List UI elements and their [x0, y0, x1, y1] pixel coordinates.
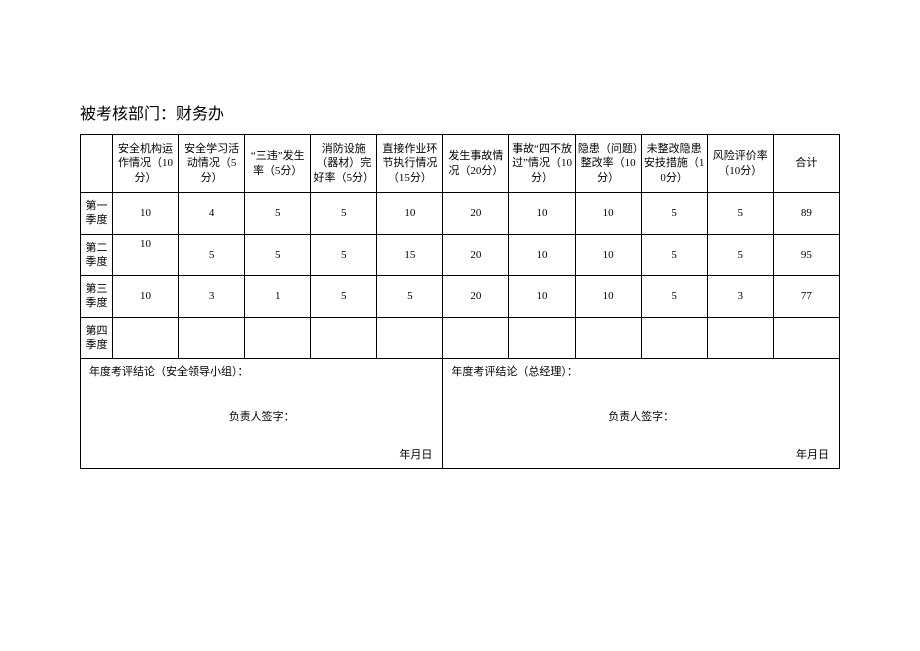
- cell-q4-c9: [641, 317, 707, 359]
- header-c6: 发生事故情况（20分）: [443, 135, 509, 193]
- cell-q2-c9: 5: [641, 234, 707, 276]
- header-c1: 安全机构运作情况（10分）: [113, 135, 179, 193]
- cell-q3-c11: 77: [773, 276, 839, 318]
- cell-q4-c5: [377, 317, 443, 359]
- cell-q4-c2: [179, 317, 245, 359]
- cell-q1-c3: 5: [245, 193, 311, 235]
- cell-q3-c9: 5: [641, 276, 707, 318]
- conclusion-right-date: 年月日: [796, 448, 829, 462]
- cell-q4-c1: [113, 317, 179, 359]
- cell-q3-c3: 1: [245, 276, 311, 318]
- header-c8: 隐患（问题）整改率（10分）: [575, 135, 641, 193]
- header-c4: 消防设施（器材）完好率（5分）: [311, 135, 377, 193]
- header-row: 安全机构运作情况（10分） 安全学习活动情况（5分） “三违”发生率（5分） 消…: [81, 135, 840, 193]
- cell-q4-c10: [707, 317, 773, 359]
- cell-q2-c7: 10: [509, 234, 575, 276]
- cell-q4-c3: [245, 317, 311, 359]
- table-row: 第二季度 10 5 5 5 15 20 10 10 5 5 95: [81, 234, 840, 276]
- conclusion-right-signer: 负责人签字：: [451, 410, 831, 424]
- cell-q2-c11: 95: [773, 234, 839, 276]
- conclusion-right: 年度考评结论（总经理）： 负责人签字： 年月日: [443, 359, 840, 469]
- cell-q1-c7: 10: [509, 193, 575, 235]
- cell-q2-c2: 5: [179, 234, 245, 276]
- cell-q3-c7: 10: [509, 276, 575, 318]
- header-c11: 合计: [773, 135, 839, 193]
- cell-q2-c10: 5: [707, 234, 773, 276]
- cell-q1-c4: 5: [311, 193, 377, 235]
- cell-q4-c8: [575, 317, 641, 359]
- header-c2: 安全学习活动情况（5分）: [179, 135, 245, 193]
- cell-q3-c5: 5: [377, 276, 443, 318]
- cell-q3-c1: 10: [113, 276, 179, 318]
- cell-q1-c9: 5: [641, 193, 707, 235]
- cell-q2-c1: 10: [113, 234, 179, 276]
- cell-q1-c2: 4: [179, 193, 245, 235]
- header-c9: 未整改隐患安技措施（10分）: [641, 135, 707, 193]
- header-blank: [81, 135, 113, 193]
- cell-q1-c10: 5: [707, 193, 773, 235]
- cell-q3-c8: 10: [575, 276, 641, 318]
- cell-q2-c6: 20: [443, 234, 509, 276]
- cell-q1-c1: 10: [113, 193, 179, 235]
- cell-q1-c8: 10: [575, 193, 641, 235]
- cell-q2-c4: 5: [311, 234, 377, 276]
- header-c3: “三违”发生率（5分）: [245, 135, 311, 193]
- conclusion-right-label: 年度考评结论（总经理）：: [451, 365, 831, 379]
- assessment-table: 安全机构运作情况（10分） 安全学习活动情况（5分） “三违”发生率（5分） 消…: [80, 134, 840, 469]
- cell-q3-c2: 3: [179, 276, 245, 318]
- cell-q1-c6: 20: [443, 193, 509, 235]
- conclusion-left: 年度考评结论（安全领导小组）： 负责人签字： 年月日: [81, 359, 443, 469]
- row-label-q4: 第四季度: [81, 317, 113, 359]
- cell-q4-c4: [311, 317, 377, 359]
- cell-q2-c8: 10: [575, 234, 641, 276]
- conclusion-left-label: 年度考评结论（安全领导小组）：: [89, 365, 434, 379]
- cell-q4-c7: [509, 317, 575, 359]
- cell-q2-c3: 5: [245, 234, 311, 276]
- cell-q3-c6: 20: [443, 276, 509, 318]
- header-c5: 直接作业环节执行情况（15分）: [377, 135, 443, 193]
- page-title: 被考核部门：财务办: [80, 100, 840, 124]
- conclusion-left-date: 年月日: [399, 448, 432, 462]
- row-label-q3: 第三季度: [81, 276, 113, 318]
- header-c10: 风险评价率（10分）: [707, 135, 773, 193]
- cell-q4-c6: [443, 317, 509, 359]
- cell-q2-c5: 15: [377, 234, 443, 276]
- conclusion-row: 年度考评结论（安全领导小组）： 负责人签字： 年月日 年度考评结论（总经理）： …: [81, 359, 840, 469]
- header-c7: 事故“四不放过”情况（10分）: [509, 135, 575, 193]
- cell-q3-c10: 3: [707, 276, 773, 318]
- cell-q4-c11: [773, 317, 839, 359]
- table-row: 第四季度: [81, 317, 840, 359]
- row-label-q2: 第二季度: [81, 234, 113, 276]
- cell-q3-c4: 5: [311, 276, 377, 318]
- cell-q1-c11: 89: [773, 193, 839, 235]
- conclusion-left-signer: 负责人签字：: [89, 410, 434, 424]
- table-row: 第一季度 10 4 5 5 10 20 10 10 5 5 89: [81, 193, 840, 235]
- row-label-q1: 第一季度: [81, 193, 113, 235]
- cell-q1-c5: 10: [377, 193, 443, 235]
- table-row: 第三季度 10 3 1 5 5 20 10 10 5 3 77: [81, 276, 840, 318]
